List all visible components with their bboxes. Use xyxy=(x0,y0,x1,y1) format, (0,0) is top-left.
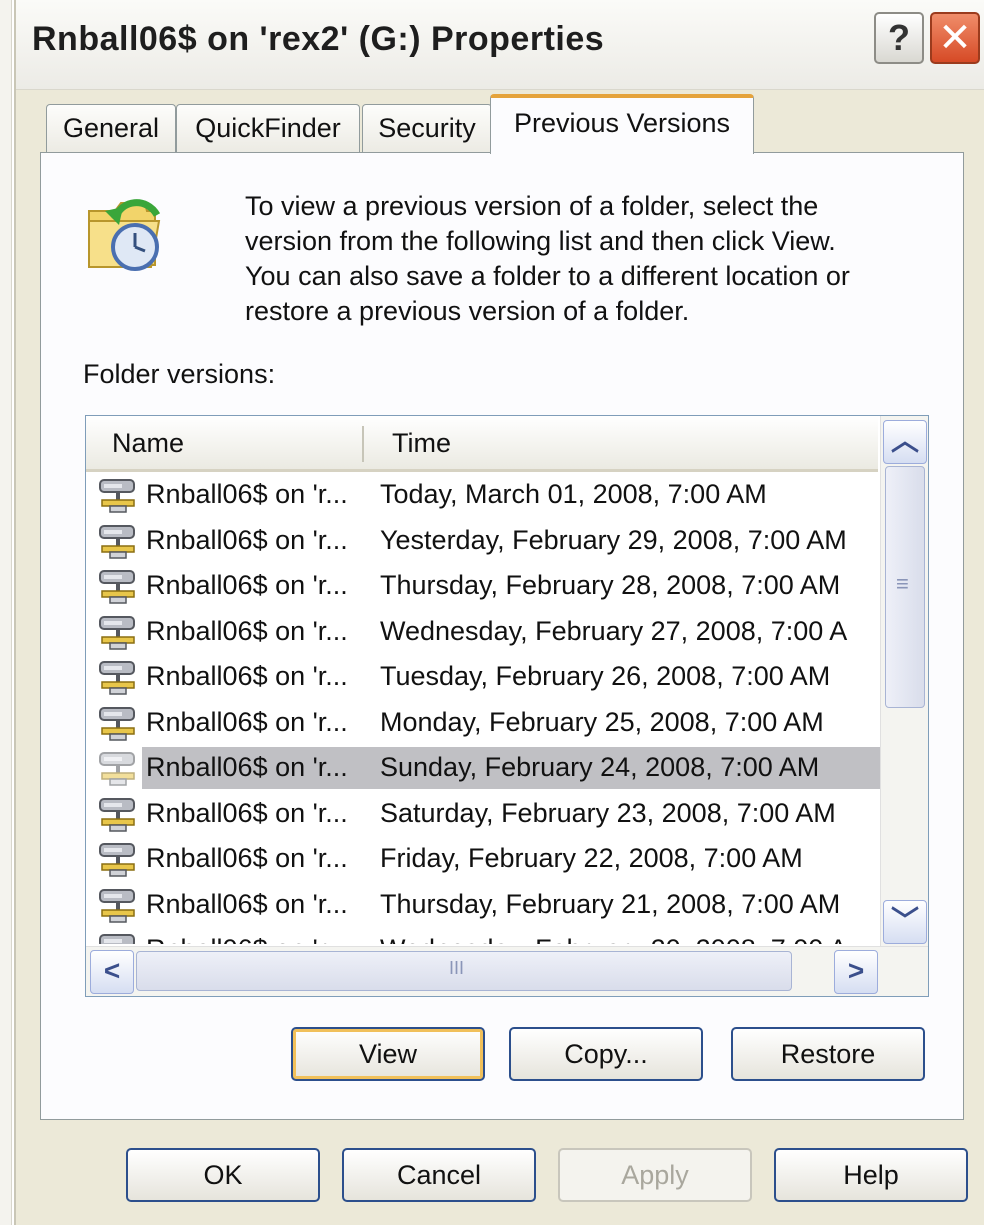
table-row[interactable]: Rnball06$ on 'r... Thursday, February 21,… xyxy=(86,882,880,928)
chevron-down-icon: ﹀ xyxy=(890,905,919,936)
title-bar[interactable]: Rnball06$ on 'rex2' (G:) Properties ? ✕ xyxy=(16,0,984,90)
instructions-text: To view a previous version of a folder, … xyxy=(245,189,945,329)
close-button[interactable]: ✕ xyxy=(930,12,980,64)
version-time: Friday, February 22, 2008, 7:00 AM xyxy=(380,843,803,873)
instructions-line: version from the following list and then… xyxy=(245,226,836,256)
network-drive-icon xyxy=(96,933,144,944)
chevron-up-icon: ︿ xyxy=(890,425,919,456)
background-window-edge xyxy=(0,0,12,1225)
network-drive-icon xyxy=(96,706,144,742)
version-name: Rnball06$ on 'r... xyxy=(146,927,366,944)
version-name: Rnball06$ on 'r... xyxy=(146,706,348,737)
copy-button[interactable]: Copy... xyxy=(509,1027,703,1081)
instructions-line: You can also save a folder to a differen… xyxy=(245,261,850,291)
version-name: Rnball06$ on 'r... xyxy=(146,888,348,919)
network-drive-icon xyxy=(96,660,144,696)
table-row[interactable]: Rnball06$ on 'r... Yesterday, February 29… xyxy=(86,518,880,564)
network-drive-icon xyxy=(96,797,144,833)
tab-strip: General QuickFinder Security Previous Ve… xyxy=(46,94,946,154)
view-button[interactable]: View xyxy=(291,1027,485,1081)
tab-quickfinder[interactable]: QuickFinder xyxy=(176,104,360,152)
vertical-scroll-thumb[interactable]: ≡ xyxy=(885,466,925,708)
version-time: Thursday, February 28, 2008, 7:00 AM xyxy=(380,570,841,600)
version-name: Rnball06$ on 'r... xyxy=(146,524,348,555)
network-drive-icon xyxy=(96,478,144,514)
properties-dialog: Rnball06$ on 'rex2' (G:) Properties ? ✕ … xyxy=(14,0,984,1225)
chevron-left-icon: < xyxy=(103,955,121,986)
horizontal-scroll-thumb[interactable]: III xyxy=(136,951,792,991)
network-drive-icon xyxy=(96,842,144,878)
tab-security[interactable]: Security xyxy=(362,104,492,152)
table-row[interactable]: Rnball06$ on 'r... Tuesday, February 26, … xyxy=(86,654,880,700)
scroll-up-button[interactable]: ︿ xyxy=(883,420,927,464)
folder-versions-list[interactable]: Name Time Rnball06$ on 'r... Today, March… xyxy=(85,415,929,997)
version-time: Tuesday, February 26, 2008, 7:00 AM xyxy=(380,661,831,691)
scroll-down-button[interactable]: ﹀ xyxy=(883,900,927,944)
close-icon: ✕ xyxy=(938,16,972,60)
table-row[interactable]: Rnball06$ on 'r... Wednesday, February 20… xyxy=(86,927,880,944)
version-time: Wednesday, February 27, 2008, 7:00 A xyxy=(380,615,848,646)
column-header-name[interactable]: Name xyxy=(112,416,362,470)
instructions-line: To view a previous version of a folder, … xyxy=(245,191,819,221)
cancel-button[interactable]: Cancel xyxy=(342,1148,536,1202)
chevron-right-icon: > xyxy=(847,955,865,986)
grip-icon: III xyxy=(449,958,465,978)
instructions-line: restore a previous version of a folder. xyxy=(245,296,690,326)
network-drive-icon xyxy=(96,569,144,605)
version-time: Saturday, February 23, 2008, 7:00 AM xyxy=(380,797,836,828)
version-time: Yesterday, February 29, 2008, 7:00 AM xyxy=(380,524,847,555)
table-row[interactable]: Rnball06$ on 'r... Wednesday, February 27… xyxy=(86,609,880,655)
table-row[interactable]: Rnball06$ on 'r... Saturday, February 23,… xyxy=(86,791,880,837)
help-button[interactable]: Help xyxy=(774,1148,968,1202)
list-header: Name Time xyxy=(86,416,878,472)
table-row[interactable]: Rnball06$ on 'r... Monday, February 25, 2… xyxy=(86,700,880,746)
table-row[interactable]: Rnball06$ on 'r... Thursday, February 28,… xyxy=(86,563,880,609)
version-name: Rnball06$ on 'r... xyxy=(146,661,348,691)
folder-versions-label: Folder versions: xyxy=(83,359,276,389)
version-name: Rnball06$ on 'r... xyxy=(146,797,348,828)
network-drive-icon xyxy=(96,615,144,651)
version-time: Thursday, February 21, 2008, 7:00 AM xyxy=(380,888,841,919)
window-title: Rnball06$ on 'rex2' (G:) Properties xyxy=(32,20,605,58)
version-time: Monday, February 25, 2008, 7:00 AM xyxy=(380,706,824,737)
column-header-time[interactable]: Time xyxy=(392,416,872,470)
horizontal-scrollbar[interactable]: < III > xyxy=(86,946,928,996)
folder-restore-icon xyxy=(88,199,161,271)
scroll-left-button[interactable]: < xyxy=(90,950,134,994)
network-drive-icon xyxy=(96,888,144,924)
tab-previous-versions[interactable]: Previous Versions xyxy=(490,94,754,154)
tab-general[interactable]: General xyxy=(46,104,176,152)
version-time: Wednesday, February 20, 2008, 7:00 A xyxy=(380,927,880,944)
version-rows: Rnball06$ on 'r... Today, March 01, 2008,… xyxy=(86,472,880,944)
apply-button: Apply xyxy=(558,1148,752,1202)
column-divider[interactable] xyxy=(362,426,364,462)
previous-versions-panel: To view a previous version of a folder, … xyxy=(40,152,964,1120)
version-time: Sunday, February 24, 2008, 7:00 AM xyxy=(380,752,820,782)
scroll-right-button[interactable]: > xyxy=(834,950,878,994)
vertical-scrollbar[interactable]: ︿ ≡ ﹀ xyxy=(880,416,928,946)
table-row[interactable]: Rnball06$ on 'r... Sunday, February 24, 2… xyxy=(86,745,880,791)
version-name: Rnball06$ on 'r... xyxy=(146,570,348,600)
help-title-button[interactable]: ? xyxy=(874,12,924,64)
table-row[interactable]: Rnball06$ on 'r... Today, March 01, 2008,… xyxy=(86,472,880,518)
network-drive-icon xyxy=(96,751,144,787)
version-name: Rnball06$ on 'r... xyxy=(146,479,348,509)
version-name: Rnball06$ on 'r... xyxy=(146,615,348,646)
restore-button[interactable]: Restore xyxy=(731,1027,925,1081)
version-name: Rnball06$ on 'r... xyxy=(146,752,348,782)
table-row[interactable]: Rnball06$ on 'r... Friday, February 22, 2… xyxy=(86,836,880,882)
ok-button[interactable]: OK xyxy=(126,1148,320,1202)
grip-icon: ≡ xyxy=(896,571,909,596)
version-time: Today, March 01, 2008, 7:00 AM xyxy=(380,479,767,509)
network-drive-icon xyxy=(96,524,144,560)
version-name: Rnball06$ on 'r... xyxy=(146,843,348,873)
